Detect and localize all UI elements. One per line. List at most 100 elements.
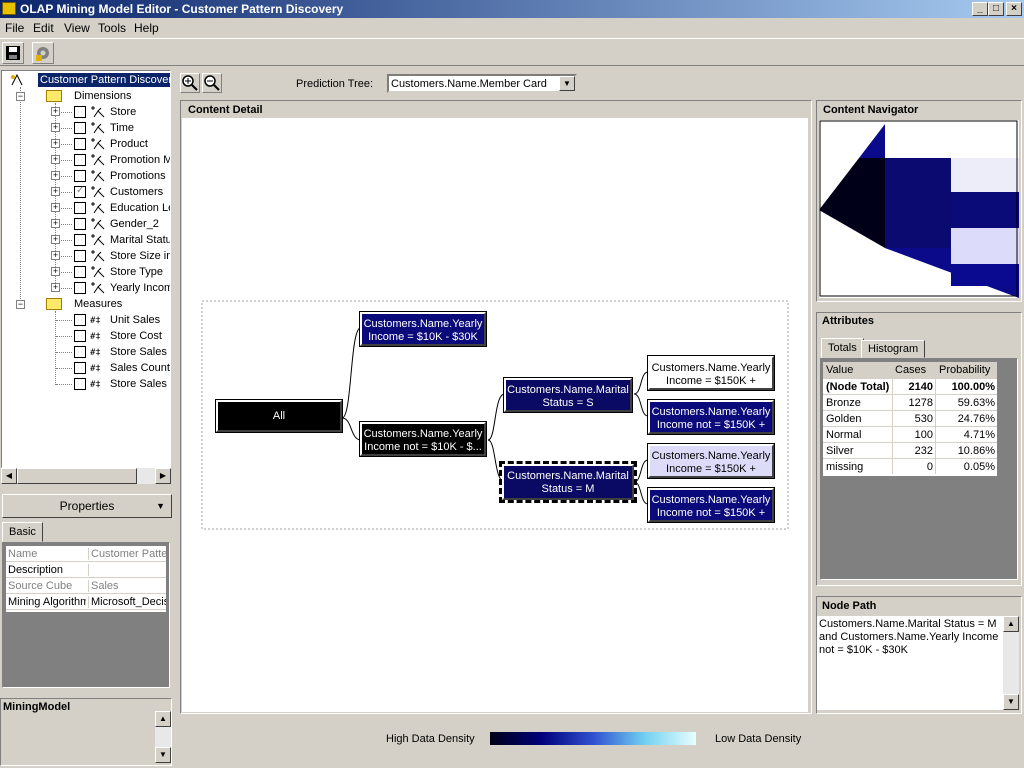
tree-root[interactable]: Customer Pattern Discovery [8, 73, 170, 87]
minimize-button[interactable]: _ [972, 2, 988, 16]
dimension-item[interactable]: Education Level [110, 201, 170, 215]
dimension-checkbox[interactable] [74, 138, 86, 150]
attribute-row[interactable]: Bronze 1278 59.63% [823, 394, 997, 410]
menu-edit[interactable]: Edit [33, 21, 54, 35]
scroll-up-button[interactable]: ▲ [1003, 616, 1019, 632]
tree-node-s-income-not-150k[interactable]: Customers.Name.Yearly Income not = $150K … [647, 399, 775, 435]
collapse-dimensions[interactable]: − [16, 92, 25, 101]
tree-node-all[interactable]: All [215, 399, 343, 433]
prediction-tree-select[interactable]: Customers.Name.Member Card ▼ [387, 74, 577, 93]
attribute-row[interactable]: (Node Total) 2140 100.00% [823, 378, 997, 394]
header-cases[interactable]: Cases [895, 364, 926, 376]
tree-node-m-income-150k[interactable]: Customers.Name.Yearly Income = $150K + [647, 443, 775, 479]
tree-node-m-income-not-150k[interactable]: Customers.Name.Yearly Income not = $150K … [647, 487, 775, 523]
dimension-checkbox[interactable] [74, 266, 86, 278]
tree-node-income-not-10k-30k[interactable]: Customers.Name.Yearly Income not = $10K -… [359, 421, 487, 457]
expand-dimension[interactable]: + [51, 107, 60, 116]
dimension-item[interactable]: Store Type [110, 265, 163, 279]
tab-basic[interactable]: Basic [2, 522, 43, 542]
node-path-scrollbar[interactable]: ▲ ▼ [1003, 616, 1019, 710]
dimension-checkbox[interactable] [74, 106, 86, 118]
dimension-item[interactable]: Store Size in SQFT [110, 249, 170, 263]
collapse-measures[interactable]: − [16, 300, 25, 309]
tab-totals[interactable]: Totals [821, 338, 864, 358]
dimension-checkbox[interactable] [74, 282, 86, 294]
prop-row[interactable]: Source Cube Sales [6, 578, 166, 594]
save-button[interactable] [2, 42, 24, 64]
dimension-checkbox[interactable] [74, 218, 86, 230]
header-value[interactable]: Value [826, 364, 853, 376]
dimension-item[interactable]: Product [110, 137, 148, 151]
attribute-row[interactable]: Silver 232 10.86% [823, 442, 997, 458]
dimension-checkbox[interactable] [74, 154, 86, 166]
measure-item[interactable]: Sales Count [110, 361, 170, 375]
dimension-checkbox[interactable] [74, 234, 86, 246]
measure-checkbox[interactable] [74, 330, 86, 342]
expand-dimension[interactable]: + [51, 235, 60, 244]
zoom-out-button[interactable] [202, 73, 222, 93]
measure-checkbox[interactable] [74, 314, 86, 326]
expand-dimension[interactable]: + [51, 123, 60, 132]
dimension-item[interactable]: Promotion Media [110, 153, 170, 167]
measure-item[interactable]: Unit Sales [110, 313, 160, 327]
tree-hscrollbar[interactable]: ◀ ▶ [1, 468, 171, 484]
measure-checkbox[interactable] [74, 362, 86, 374]
expand-dimension[interactable]: + [51, 155, 60, 164]
dimension-item[interactable]: Store [110, 105, 136, 119]
measures-folder[interactable]: Measures [74, 297, 122, 311]
prop-row[interactable]: Description [6, 562, 166, 578]
measure-item[interactable]: Store Cost [110, 329, 162, 343]
measure-checkbox[interactable] [74, 346, 86, 358]
expand-dimension[interactable]: + [51, 203, 60, 212]
measure-checkbox[interactable] [74, 378, 86, 390]
dimension-checkbox[interactable] [74, 250, 86, 262]
expand-dimension[interactable]: + [51, 187, 60, 196]
navigator-minimap[interactable] [819, 120, 1019, 298]
chevron-down-icon[interactable]: ▼ [559, 76, 575, 91]
dimension-item[interactable]: Time [110, 121, 134, 135]
description-scrollbar[interactable]: ▲ ▼ [155, 711, 171, 763]
scroll-up-button[interactable]: ▲ [155, 711, 171, 727]
menu-view[interactable]: View [64, 21, 90, 35]
menu-tools[interactable]: Tools [98, 21, 126, 35]
maximize-button[interactable]: □ [988, 2, 1004, 16]
dimension-item[interactable]: Promotions [110, 169, 166, 183]
tree-node-marital-m-selected[interactable]: Customers.Name.Marital Status = M [499, 461, 637, 503]
process-button[interactable] [32, 42, 54, 64]
expand-dimension[interactable]: + [51, 267, 60, 276]
dimension-item[interactable]: Customers [110, 185, 163, 199]
scroll-thumb[interactable] [17, 468, 137, 484]
menu-file[interactable]: File [5, 21, 24, 35]
tab-histogram[interactable]: Histogram [861, 340, 926, 358]
expand-dimension[interactable]: + [51, 251, 60, 260]
tree-node-income-10k-30k[interactable]: Customers.Name.Yearly Income = $10K - $30… [359, 311, 487, 347]
dimension-item[interactable]: Gender_2 [110, 217, 159, 231]
properties-button[interactable]: Properties ▼ [2, 494, 172, 518]
prop-row[interactable]: Mining AlgorithmMicrosoft_Decision_Trees [6, 594, 166, 610]
dimension-checkbox[interactable]: ✓ [74, 185, 86, 198]
dimension-item[interactable]: Yearly Income [110, 281, 170, 295]
header-probability[interactable]: Probability [939, 364, 990, 376]
scroll-left-button[interactable]: ◀ [1, 468, 17, 484]
expand-dimension[interactable]: + [51, 219, 60, 228]
expand-dimension[interactable]: + [51, 139, 60, 148]
expand-dimension[interactable]: + [51, 171, 60, 180]
dimension-checkbox[interactable] [74, 202, 86, 214]
measure-item[interactable]: Store Sales [110, 345, 167, 359]
dimensions-folder[interactable]: Dimensions [74, 89, 131, 103]
menu-help[interactable]: Help [134, 21, 159, 35]
dimension-checkbox[interactable] [74, 122, 86, 134]
tree-node-s-income-150k[interactable]: Customers.Name.Yearly Income = $150K + [647, 355, 775, 391]
scroll-right-button[interactable]: ▶ [155, 468, 171, 484]
attribute-row[interactable]: missing 0 0.05% [823, 458, 997, 474]
prop-row[interactable]: Name Customer Pattern Discovery [6, 546, 166, 562]
measure-item[interactable]: Store Sales Net [110, 377, 170, 391]
tree-node-marital-s[interactable]: Customers.Name.Marital Status = S [503, 377, 633, 413]
expand-dimension[interactable]: + [51, 283, 60, 292]
dimension-checkbox[interactable] [74, 170, 86, 182]
scroll-down-button[interactable]: ▼ [155, 747, 171, 763]
scroll-down-button[interactable]: ▼ [1003, 694, 1019, 710]
attribute-row[interactable]: Normal 100 4.71% [823, 426, 997, 442]
zoom-in-button[interactable] [180, 73, 200, 93]
attribute-row[interactable]: Golden 530 24.76% [823, 410, 997, 426]
